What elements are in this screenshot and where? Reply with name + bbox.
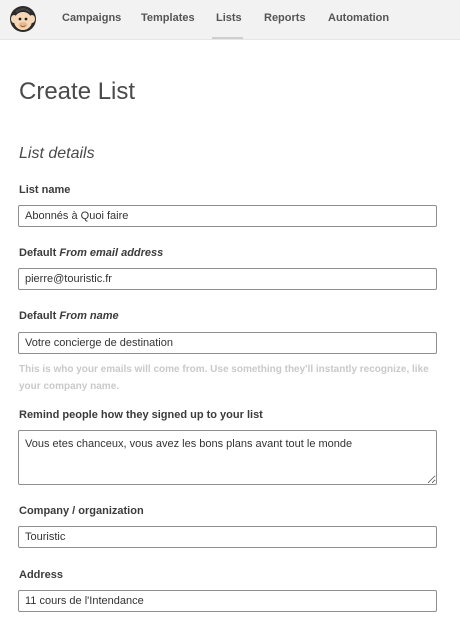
from-email-label-italic: From email address [59, 247, 164, 259]
active-tab-indicator [212, 37, 243, 39]
company-label: Company / organization [19, 505, 144, 517]
nav-templates[interactable]: Templates [141, 0, 195, 39]
nav-lists[interactable]: Lists [216, 0, 242, 39]
address-input[interactable] [18, 590, 437, 612]
list-name-input[interactable] [18, 205, 437, 227]
from-name-input[interactable] [18, 332, 437, 354]
from-email-input[interactable] [18, 268, 437, 290]
top-navigation-bar: Campaigns Templates Lists Reports Automa… [0, 0, 460, 40]
from-name-label: Default From name [19, 310, 119, 322]
mailchimp-monkey-icon[interactable] [8, 4, 38, 34]
address-label: Address [19, 569, 64, 581]
from-name-label-prefix: Default [19, 310, 57, 322]
from-name-label-italic: From name [59, 310, 119, 322]
nav-reports[interactable]: Reports [264, 0, 306, 39]
page-title: Create List [19, 78, 136, 105]
from-name-help-text: This is who your emails will come from. … [19, 364, 429, 392]
from-email-label: Default From email address [19, 247, 163, 259]
from-email-label-prefix: Default [19, 247, 57, 259]
nav-campaigns[interactable]: Campaigns [62, 0, 121, 39]
nav-automation[interactable]: Automation [328, 0, 389, 39]
list-name-label: List name [19, 184, 71, 196]
reminder-label: Remind people how they signed up to your… [19, 409, 263, 421]
reminder-textarea[interactable]: Vous etes chanceux, vous avez les bons p… [18, 430, 437, 485]
section-title: List details [19, 145, 95, 162]
company-input[interactable] [18, 526, 437, 548]
